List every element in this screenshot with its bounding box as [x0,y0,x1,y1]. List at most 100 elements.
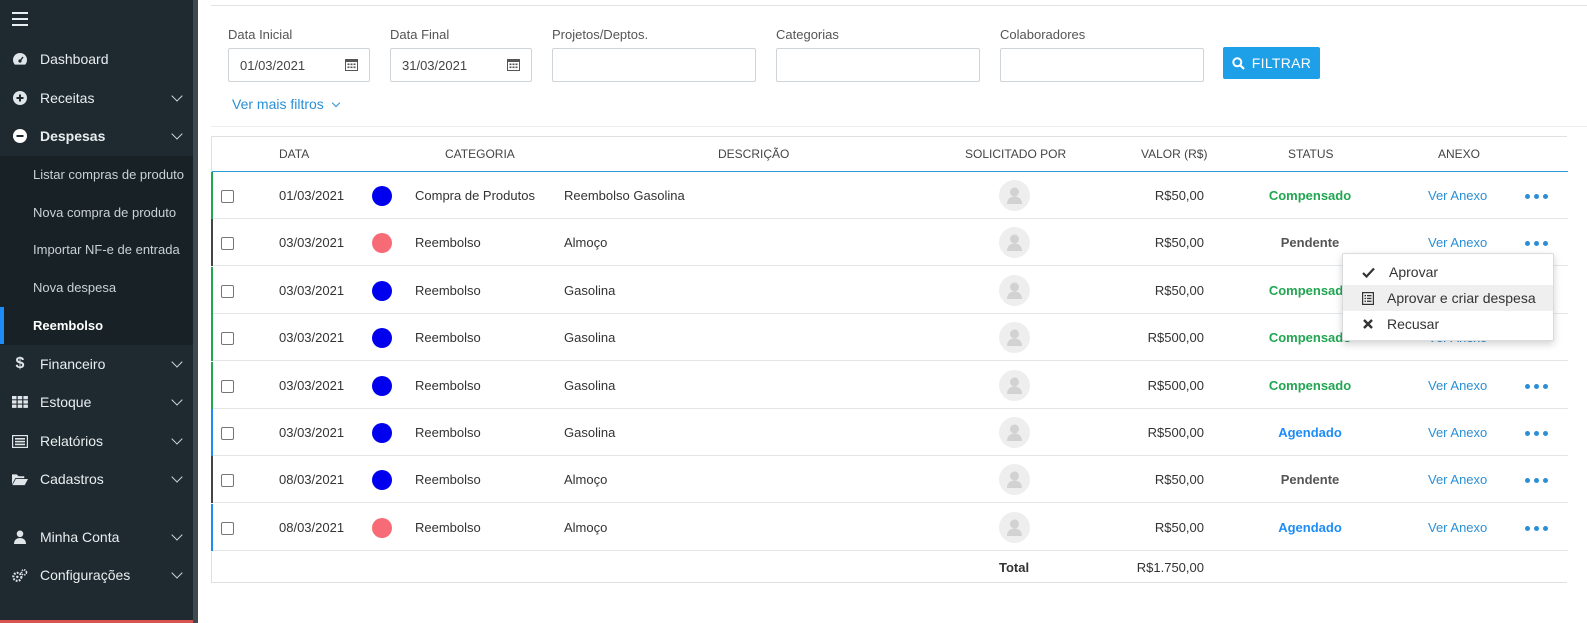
cell-descricao: Gasolina [564,425,616,440]
table-row[interactable]: 03/03/2021 Reembolso Gasolina R$500,00 Compe… [211,361,1568,409]
dropdown-item-aprovar[interactable]: Aprovar [1343,259,1553,285]
sidebar-item-receitas[interactable]: Receitas [0,79,193,117]
calendar-icon[interactable] [345,58,358,71]
table-row[interactable]: 08/03/2021 Reembolso Almoço R$50,00 Agendado… [211,503,1568,551]
row-checkbox[interactable] [221,284,234,298]
chevron-down-icon [171,529,183,541]
header-status[interactable]: STATUS [1288,147,1334,161]
row-checkbox[interactable] [221,332,234,346]
header-anexo[interactable]: ANEXO [1438,147,1480,161]
submenu-item-reembolso[interactable]: Reembolso [0,307,193,344]
submenu-item-importar-nfe[interactable]: Importar NF-e de entrada [0,231,193,268]
projetos-input[interactable] [552,48,756,82]
cell-valor: R$50,00 [1154,282,1204,298]
row-checkbox[interactable] [221,474,234,488]
categorias-input[interactable] [776,48,980,82]
chevron-down-icon [171,90,183,102]
header-data[interactable]: DATA [279,147,309,161]
chevron-down-icon [171,394,183,406]
ver-anexo-link[interactable]: Ver Anexo [1428,520,1487,535]
more-options-icon[interactable] [1525,431,1549,437]
hamburger-menu-icon[interactable] [12,12,28,26]
total-row: Total R$1.750,00 [212,551,1568,584]
avatar [999,511,1030,543]
more-options-icon[interactable] [1525,194,1549,200]
row-checkbox[interactable] [221,379,234,393]
dropdown-item-aprovar-criar-despesa[interactable]: Aprovar e criar despesa [1343,285,1553,311]
status-badge: Compensado [1268,188,1352,203]
row-status-marker [211,314,213,362]
row-actions-dropdown: Aprovar Aprovar e criar despesa Recusar [1342,253,1554,341]
cell-data: 03/03/2021 [279,377,345,393]
sidebar-item-minha-conta[interactable]: Minha Conta [0,518,193,556]
dashboard-icon [12,51,28,67]
sidebar-item-label: Cadastros [40,471,104,487]
avatar [999,180,1030,211]
minus-circle-icon [12,128,28,144]
cell-data: 03/03/2021 [279,235,345,251]
grid-icon [12,394,28,410]
submenu-item-nova-despesa[interactable]: Nova despesa [0,269,193,306]
more-filters-link[interactable]: Ver mais filtros [232,96,341,112]
cell-data: 03/03/2021 [279,425,345,440]
row-status-marker [211,456,213,504]
sidebar-item-label: Despesas [40,128,106,144]
expenses-table: DATA CATEGORIA DESCRIÇÃO SOLICITADO POR … [211,136,1568,584]
cell-descricao: Gasolina [564,330,616,346]
despesas-submenu: Listar compras de produto Nova compra de… [0,156,193,345]
calendar-icon[interactable] [507,58,520,71]
colaboradores-input[interactable] [1000,48,1204,82]
ver-anexo-link[interactable]: Ver Anexo [1428,425,1487,440]
sidebar-item-configuracoes[interactable]: Configurações [0,556,193,594]
filter-button[interactable]: FILTRAR [1223,47,1320,79]
sidebar-item-label: Dashboard [40,51,109,67]
cell-descricao: Almoço [564,519,608,535]
ver-anexo-link[interactable]: Ver Anexo [1428,472,1487,487]
sidebar-item-estoque[interactable]: Estoque [0,383,193,421]
more-options-icon[interactable] [1525,383,1549,390]
ver-anexo-link[interactable]: Ver Anexo [1428,378,1487,393]
sidebar-item-financeiro[interactable]: $ Financeiro [0,345,193,383]
ver-anexo-link[interactable]: Ver Anexo [1428,235,1487,250]
sidebar-item-label: Configurações [40,567,131,583]
ver-anexo-link[interactable]: Ver Anexo [1428,188,1487,203]
status-badge: Agendado [1278,425,1342,440]
more-options-icon[interactable] [1525,241,1549,247]
filter-button-label: FILTRAR [1251,55,1312,71]
sidebar-item-cadastros[interactable]: Cadastros [0,460,193,498]
row-checkbox[interactable] [221,427,234,440]
table-row[interactable]: 01/03/2021 Compra de Produtos Reembolso Ga… [211,172,1568,219]
categorias-label: Categorias [776,27,839,42]
more-options-icon[interactable] [1525,525,1549,532]
row-checkbox[interactable] [221,521,234,535]
sidebar-scrollbar[interactable] [193,0,198,623]
sidebar-item-dashboard[interactable]: Dashboard [0,40,193,78]
app-root: Dashboard Receitas Despesas Listar compr… [0,0,1587,623]
check-icon [1361,265,1375,279]
header-valor[interactable]: VALOR (R$) [1141,147,1207,161]
header-descricao[interactable]: DESCRIÇÃO [718,147,789,161]
sidebar-item-label: Minha Conta [40,529,120,545]
cell-categoria: Reembolso [415,235,481,251]
table-row[interactable]: 03/03/2021 Reembolso Gasolina R$500,00 Agend… [211,409,1568,456]
table-row[interactable]: 08/03/2021 Reembolso Almoço R$50,00 Pendente… [211,456,1568,504]
sidebar-item-relatorios[interactable]: Relatórios [0,422,193,460]
row-checkbox[interactable] [221,237,234,251]
chevron-down-icon [171,567,183,579]
status-badge: Pendente [1280,235,1340,251]
chevron-down-icon [171,128,183,140]
avatar [999,274,1030,306]
sidebar-item-despesas[interactable]: Despesas [0,117,193,155]
more-options-icon[interactable] [1525,478,1549,484]
submenu-item-nova-compra[interactable]: Nova compra de produto [0,194,193,231]
total-label: Total [999,560,1030,575]
total-value: R$1.750,00 [1136,560,1204,575]
cell-descricao: Reembolso Gasolina [564,188,685,203]
cell-data: 01/03/2021 [279,188,345,203]
header-solicitado-por[interactable]: SOLICITADO POR [965,147,1066,161]
dropdown-item-recusar[interactable]: Recusar [1343,311,1553,337]
submenu-item-listar-compras[interactable]: Listar compras de produto [0,156,193,193]
header-categoria[interactable]: CATEGORIA [445,147,515,161]
dropdown-item-label: Aprovar [1389,264,1439,280]
row-checkbox[interactable] [221,190,234,203]
